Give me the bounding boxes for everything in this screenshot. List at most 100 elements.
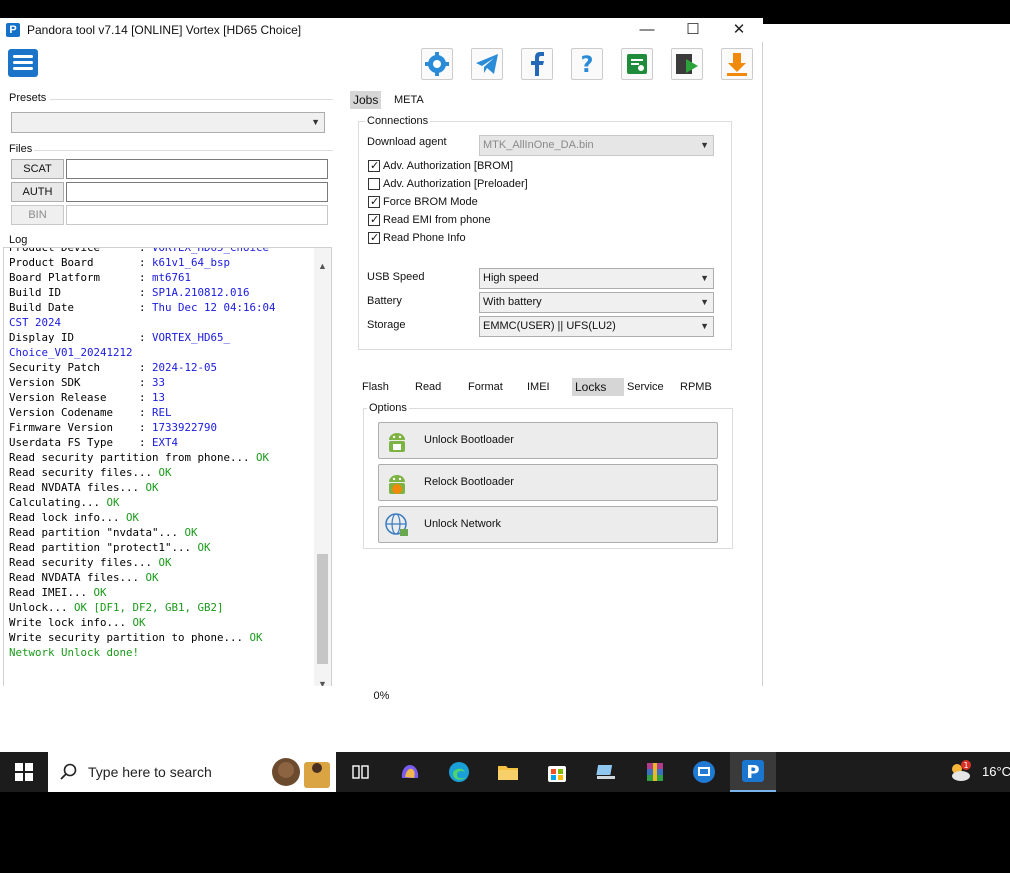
log-line: Board Platform : mt6761 — [9, 270, 315, 285]
log-line-text: Display ID : — [9, 331, 153, 344]
log-line-value: VORTEX_HD65_Choice — [152, 247, 270, 254]
chevron-down-icon: ▼ — [700, 273, 709, 283]
microsoft-store-icon[interactable] — [543, 758, 571, 786]
log-line-text: Product Device : — [9, 247, 153, 254]
log-line-value: SP1A.210812.016 — [152, 286, 250, 299]
log-line: Product Board : k61v1_64_bsp — [9, 255, 315, 270]
remote-desktop-icon[interactable] — [690, 758, 718, 786]
unlock-bootloader-button[interactable]: Unlock Bootloader — [378, 422, 718, 459]
log-line-text: Read NVDATA files... — [9, 571, 146, 584]
telegram-icon[interactable] — [471, 48, 503, 80]
taskbar: Type here to search P 1 16°C — [0, 752, 1010, 792]
battery-label: Battery — [367, 295, 402, 307]
tab-read[interactable]: Read — [412, 378, 444, 396]
log-line-value: OK — [145, 571, 159, 584]
task-view-icon[interactable] — [347, 758, 375, 786]
auth-path-field[interactable] — [66, 182, 328, 202]
log-line: Calculating... OK — [9, 495, 315, 510]
facebook-icon[interactable] — [521, 48, 553, 80]
settings-icon[interactable] — [421, 48, 453, 80]
tab-imei[interactable]: IMEI — [524, 378, 553, 396]
taskbar-search-box[interactable]: Type here to search — [48, 752, 336, 792]
tab-rpmb[interactable]: RPMB — [677, 378, 715, 396]
minimize-button[interactable]: — — [624, 18, 670, 42]
log-save-icon[interactable] — [621, 48, 653, 80]
window-title: Pandora tool v7.14 [ONLINE] Vortex [HD65… — [27, 23, 302, 37]
tab-format[interactable]: Format — [465, 378, 506, 396]
checkbox-checked[interactable] — [368, 158, 380, 174]
progress-bar: 0% — [0, 686, 763, 706]
log-line-text: Calculating... — [9, 496, 107, 509]
chevron-down-icon: ▼ — [700, 297, 709, 307]
relock-bootloader-button[interactable]: Relock Bootloader — [378, 464, 718, 501]
copilot-icon[interactable] — [396, 758, 424, 786]
android-lock-icon — [389, 475, 405, 494]
log-line: Product Device : VORTEX_HD65_Choice — [9, 247, 315, 255]
pandora-taskbar-icon[interactable]: P — [730, 752, 776, 792]
presets-dropdown[interactable]: ▼ — [11, 112, 325, 133]
laptop-app-icon[interactable] — [592, 758, 620, 786]
log-line: Version Release : 13 — [9, 390, 315, 405]
edge-browser-icon[interactable] — [445, 758, 473, 786]
windows-start-icon[interactable] — [10, 758, 38, 786]
log-line-text: Build ID : — [9, 286, 153, 299]
download-agent-label: Download agent — [367, 136, 447, 148]
scat-path-field[interactable] — [66, 159, 328, 179]
run-icon[interactable] — [671, 48, 703, 80]
log-line-value: REL — [152, 406, 172, 419]
unlock-network-button[interactable]: Unlock Network — [378, 506, 718, 543]
log-line-value: VORTEX_HD65_ — [152, 331, 231, 344]
tab-flash[interactable]: Flash — [359, 378, 392, 396]
svg-text:P: P — [746, 762, 759, 783]
log-line-value: mt6761 — [152, 271, 192, 284]
checkbox-checked[interactable] — [368, 212, 380, 228]
log-line-text: Userdata FS Type : — [9, 436, 153, 449]
checkbox-checked[interactable] — [368, 230, 380, 246]
options-label: Options — [367, 402, 409, 414]
bin-button[interactable]: BIN — [11, 205, 64, 225]
log-line: Write lock info... OK — [9, 615, 315, 630]
weather-icon[interactable]: 1 — [946, 758, 974, 786]
battery-dropdown[interactable]: With battery ▼ — [479, 292, 714, 313]
log-line: Display ID : VORTEX_HD65_ — [9, 330, 315, 345]
bin-path-field[interactable] — [66, 205, 328, 225]
file-explorer-icon[interactable] — [494, 758, 522, 786]
connections-label: Connections — [365, 115, 431, 127]
log-line-value: Thu Dec 12 04:16:04 — [152, 301, 276, 314]
tab-jobs[interactable]: Jobs — [350, 91, 382, 109]
log-line-text: Read lock info... — [9, 511, 127, 524]
log-line-text: Read partition "protect1"... — [9, 541, 198, 554]
log-line: Unlock... OK [DF1, DF2, GB1, GB2] — [9, 600, 315, 615]
tab-meta[interactable]: META — [391, 91, 427, 109]
scroll-up-icon[interactable]: ▲ — [314, 258, 331, 274]
log-line-value: OK — [184, 526, 198, 539]
usb-speed-dropdown[interactable]: High speed ▼ — [479, 268, 714, 289]
log-line: Write security partition to phone... OK — [9, 630, 315, 645]
scat-button[interactable]: SCAT — [11, 159, 64, 179]
winrar-icon[interactable] — [641, 758, 669, 786]
log-line-text: Build Date : — [9, 301, 153, 314]
storage-label: Storage — [367, 319, 406, 331]
log-line-value: EXT4 — [152, 436, 179, 449]
download-icon[interactable] — [721, 48, 753, 80]
log-panel: Product Device : VORTEX_HD65_Choice Produ… — [3, 247, 332, 693]
tab-service[interactable]: Service — [624, 378, 667, 396]
log-line-text: Version SDK : — [9, 376, 153, 389]
storage-dropdown[interactable]: EMMC(USER) || UFS(LU2) ▼ — [479, 316, 714, 337]
maximize-button[interactable]: ☐ — [670, 18, 716, 42]
close-button[interactable]: ✕ — [716, 18, 762, 42]
chevron-down-icon: ▼ — [700, 140, 709, 150]
checkbox-unchecked[interactable] — [368, 178, 380, 190]
menu-icon[interactable] — [8, 49, 38, 77]
log-line-text: Write lock info... — [9, 616, 133, 629]
tab-locks[interactable]: Locks — [572, 378, 624, 396]
scroll-thumb[interactable] — [317, 554, 328, 664]
checkbox-checked[interactable] — [368, 194, 380, 210]
log-scrollbar[interactable]: ▲ ▼ — [314, 248, 331, 692]
download-agent-dropdown[interactable]: MTK_AllInOne_DA.bin ▼ — [479, 135, 714, 156]
log-line: Build ID : SP1A.210812.016 — [9, 285, 315, 300]
log-line-value: OK — [158, 556, 172, 569]
app-window: P Pandora tool v7.14 [ONLINE] Vortex [HD… — [0, 18, 763, 706]
auth-button[interactable]: AUTH — [11, 182, 64, 202]
help-icon[interactable]: ? — [571, 48, 603, 80]
